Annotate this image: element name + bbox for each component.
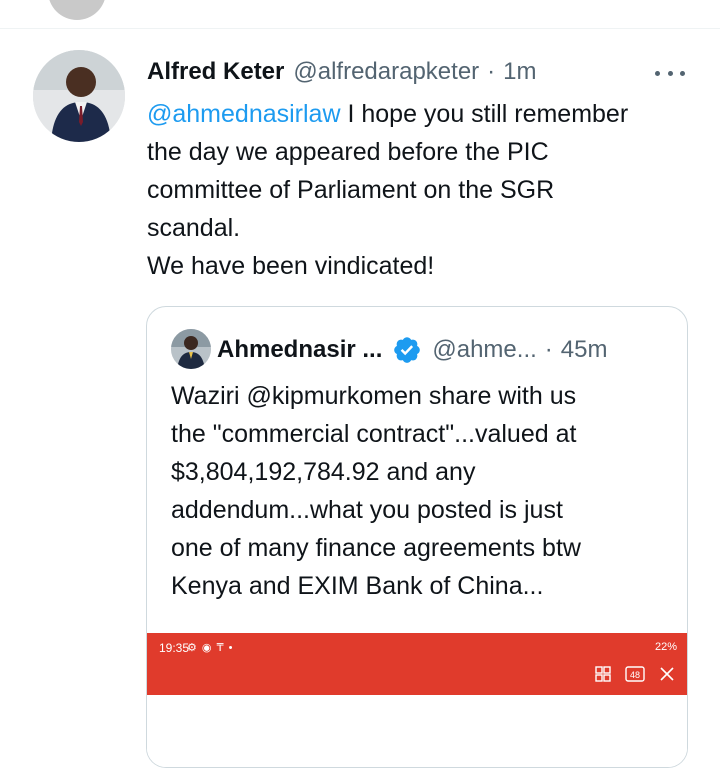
media-bar-buttons: 48 [595, 666, 675, 682]
quoted-author-handle[interactable]: @ahme... [432, 336, 536, 364]
quoted-tweet[interactable]: Ahmednasir ... @ahme... · 45m Waziri @ki… [146, 306, 688, 768]
grid-icon [595, 666, 611, 682]
tweet-text-line: @ahmednasirlaw I hope you still remember [147, 95, 707, 133]
quoted-author-name[interactable]: Ahmednasir ... [217, 336, 382, 364]
tweet-text-line: committee of Parliament on the SGR [147, 176, 555, 204]
previous-tweet-avatar[interactable] [48, 0, 106, 20]
more-options-icon[interactable] [655, 68, 685, 78]
quoted-text-line: $3,804,192,784.92 and any [171, 458, 476, 486]
tweet-text-line: We have been vindicated! [147, 252, 435, 280]
quoted-text-line: Waziri @kipmurkomen share with us [171, 382, 577, 410]
close-icon [660, 667, 674, 681]
more-dot [667, 70, 673, 76]
quoted-header: Ahmednasir ... @ahme... · 45m [217, 335, 607, 365]
mention-link[interactable]: @ahmednasirlaw [147, 100, 341, 128]
author-handle[interactable]: @alfredarapketer [293, 58, 479, 86]
tweet-text-line: scandal. [147, 214, 241, 242]
avatar-image [33, 50, 125, 142]
quoted-avatar-image [171, 329, 211, 369]
media-status-time: 19:35 [159, 641, 190, 655]
tweet-text-line: the day we appeared before the PIC [147, 138, 549, 166]
media-status-icons: ⚙ ◉ ₸ • [187, 642, 234, 654]
tab-count: 48 [630, 670, 640, 680]
timestamp[interactable]: 1m [503, 58, 536, 86]
tabs-count-icon: 48 [625, 666, 645, 682]
more-dot [680, 70, 685, 76]
tweet-text: @ahmednasirlaw I hope you still remember… [147, 95, 707, 285]
tweet-text-fragment: I hope you still remember [340, 100, 629, 128]
author-name[interactable]: Alfred Keter [147, 58, 284, 86]
verified-badge-icon [394, 337, 421, 363]
more-dot [655, 70, 660, 76]
quoted-avatar[interactable] [171, 329, 211, 369]
avatar[interactable] [33, 50, 125, 142]
media-app-bar: 19:35 ⚙ ◉ ₸ • 22% 48 [147, 633, 687, 695]
quoted-text-line: one of many finance agreements btw [171, 534, 581, 562]
quoted-media-screenshot[interactable]: 19:35 ⚙ ◉ ₸ • 22% 48 [147, 633, 687, 767]
quoted-text-line: addendum...what you posted is just [171, 496, 563, 524]
tweet-header: Alfred Keter @alfredarapketer · 1m [147, 58, 537, 86]
separator-dot: · [487, 58, 496, 85]
quoted-text-line: the "commercial contract"...valued at [171, 420, 577, 448]
divider [0, 28, 720, 29]
separator-dot: · [544, 336, 553, 363]
media-page-body [147, 695, 687, 767]
quoted-timestamp[interactable]: 45m [561, 336, 608, 364]
quoted-text-line: Kenya and EXIM Bank of China... [171, 572, 544, 600]
media-battery: 22% [654, 641, 677, 653]
quoted-text: Waziri @kipmurkomen share with us the "c… [171, 377, 671, 605]
